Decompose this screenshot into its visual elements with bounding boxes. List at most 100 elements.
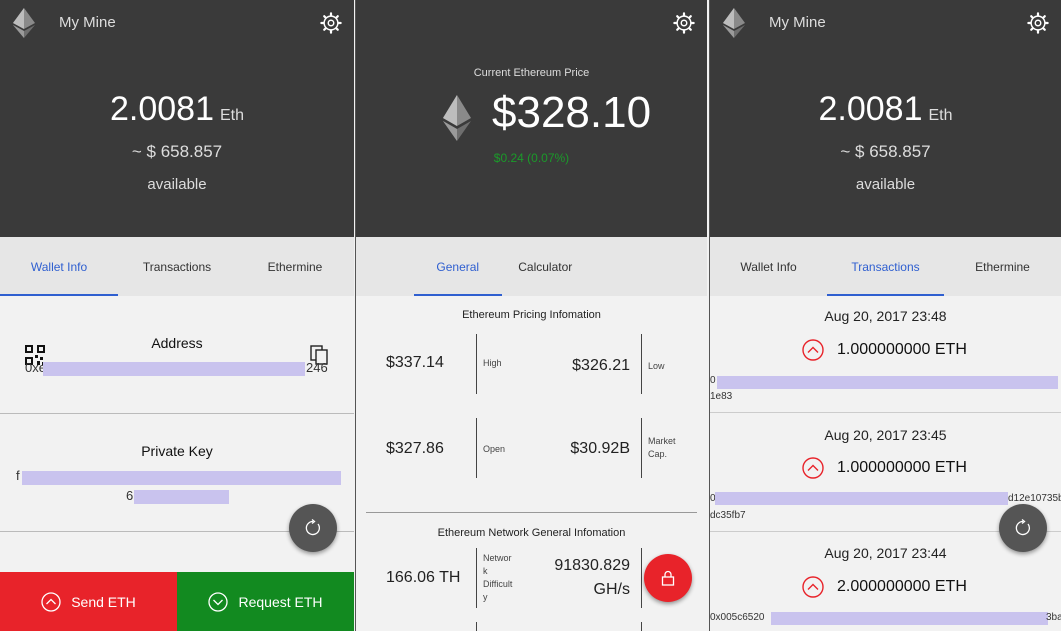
wallet-header: My Mine 2.0081 Eth ~ $ 658.857 available [710, 0, 1061, 237]
tab-ethermine[interactable]: Ethermine [944, 237, 1061, 296]
arrow-up-circle-icon [802, 339, 824, 361]
transaction-hash-suffix: d12e10735b [1008, 493, 1061, 504]
settings-gear-icon[interactable] [1027, 12, 1049, 34]
arrow-up-circle-icon [802, 457, 824, 479]
transaction-hash-redacted [715, 492, 1008, 505]
transaction-hash-prefix: 0x005c6520 [710, 612, 765, 623]
transaction-hash-redacted [771, 612, 1048, 625]
ethereum-logo-icon [443, 95, 471, 141]
market-cap-label-line-2: Cap. [648, 449, 668, 459]
transaction-hash-redacted [717, 376, 1058, 389]
refresh-button[interactable] [289, 504, 337, 552]
low-label: Low [648, 361, 665, 371]
difficulty-label-line-3: Difficult [483, 579, 513, 589]
arrow-down-circle-icon [208, 591, 229, 612]
price-screen: Current Ethereum Price $328.10 $0.24 (0.… [355, 0, 707, 631]
wallet-header: My Mine 2.0081 Eth ~ $ 658.857 available [0, 0, 354, 237]
arrow-up-circle-icon [41, 591, 61, 612]
tab-wallet-info[interactable]: Wallet Info [710, 237, 827, 296]
difficulty-label-line-1: Networ [483, 553, 512, 563]
arrow-up-circle-icon [802, 576, 824, 598]
high-label: High [483, 358, 502, 368]
market-cap-label-line-1: Market [648, 436, 676, 446]
settings-gear-icon[interactable] [673, 12, 695, 34]
available-label: available [147, 176, 207, 193]
difficulty-value: 166.06 TH [386, 569, 461, 586]
transaction-amount: 2.000000000 ETH [837, 578, 967, 595]
transaction-hash-tail: dc35fb7 [710, 510, 746, 521]
divider [476, 334, 477, 394]
tab-transactions[interactable]: Transactions [118, 237, 236, 296]
network-info-title: Ethereum Network General Infomation [437, 527, 626, 539]
address-section: Address 0xe 246 [0, 296, 354, 414]
usd-equivalent: ~ $ 658.857 [840, 142, 931, 161]
tab-calculator[interactable]: Calculator [502, 237, 590, 296]
price-tab-bar: General Calculator [356, 237, 707, 296]
hashrate-unit: GH/s [593, 581, 630, 598]
balance-display: 2.0081 Eth [0, 90, 354, 129]
tab-ethermine[interactable]: Ethermine [236, 237, 354, 296]
ethereum-logo-icon [13, 8, 35, 38]
market-cap-value: $30.92B [570, 440, 630, 457]
divider [641, 334, 642, 394]
lock-button[interactable] [644, 554, 692, 602]
balance-unit: Eth [219, 107, 244, 124]
send-eth-button[interactable]: Send ETH [0, 572, 177, 631]
wallet-tab-bar: Wallet Info Transactions Ethermine [710, 237, 1061, 296]
transactions-screen: My Mine 2.0081 Eth ~ $ 658.857 available … [709, 0, 1061, 631]
address-title: Address [151, 335, 203, 351]
balance-amount: 2.0081 [818, 90, 923, 128]
pricing-info-title: Ethereum Pricing Infomation [462, 309, 601, 321]
transaction-amount: 1.000000000 ETH [837, 341, 967, 358]
balance-display: 2.0081 Eth [710, 90, 1061, 129]
transaction-hash-suffix: 3ba [1046, 612, 1061, 623]
send-eth-label: Send ETH [71, 593, 136, 610]
divider [641, 622, 642, 631]
market-cap-label: Market Cap. [648, 435, 676, 461]
divider [476, 418, 477, 478]
tab-transactions[interactable]: Transactions [827, 237, 944, 296]
low-value: $326.21 [572, 357, 630, 374]
wallet-tab-bar: Wallet Info Transactions Ethermine [0, 237, 354, 296]
price-change: $0.24 (0.07%) [493, 151, 570, 165]
usd-equivalent: ~ $ 658.857 [131, 142, 223, 161]
tab-general[interactable]: General [414, 237, 502, 296]
current-price-value: $328.10 [492, 88, 652, 137]
divider [476, 622, 477, 631]
request-eth-label: Request ETH [238, 593, 323, 610]
request-eth-button[interactable]: Request ETH [177, 572, 354, 631]
private-key-redacted-line-1 [22, 471, 341, 485]
section-divider [366, 512, 697, 513]
balance-amount: 2.0081 [109, 90, 214, 128]
current-price-label: Current Ethereum Price [473, 67, 590, 79]
divider [641, 418, 642, 478]
difficulty-label-line-4: y [483, 592, 488, 602]
address-suffix: 246 [306, 360, 328, 375]
refresh-button[interactable] [999, 504, 1047, 552]
refresh-icon [305, 519, 321, 536]
settings-gear-icon[interactable] [320, 12, 342, 34]
private-key-title: Private Key [141, 443, 213, 459]
open-value: $327.86 [386, 440, 444, 457]
difficulty-label-line-2: k [483, 566, 488, 576]
private-key-redacted-line-2 [134, 490, 229, 504]
ethereum-logo-icon [723, 8, 745, 38]
address-redacted [43, 362, 305, 376]
app-title: My Mine [59, 14, 116, 31]
divider [476, 548, 477, 608]
wallet-screen: My Mine 2.0081 Eth ~ $ 658.857 available … [0, 0, 354, 631]
divider [710, 412, 1061, 413]
transaction-date: Aug 20, 2017 23:48 [824, 308, 947, 324]
available-label: available [855, 176, 916, 193]
transaction-amount: 1.000000000 ETH [837, 459, 967, 476]
open-label: Open [483, 444, 506, 454]
divider [641, 548, 642, 608]
refresh-icon [1015, 519, 1031, 536]
hashrate-value: 91830.829 [554, 557, 630, 574]
transaction-hash-prefix: 0 [710, 375, 716, 386]
transaction-date: Aug 20, 2017 23:45 [824, 427, 947, 443]
tab-wallet-info[interactable]: Wallet Info [0, 237, 118, 296]
high-value: $337.14 [386, 354, 444, 371]
private-key-line2-prefix: 6 [126, 488, 134, 503]
balance-unit: Eth [928, 107, 953, 124]
